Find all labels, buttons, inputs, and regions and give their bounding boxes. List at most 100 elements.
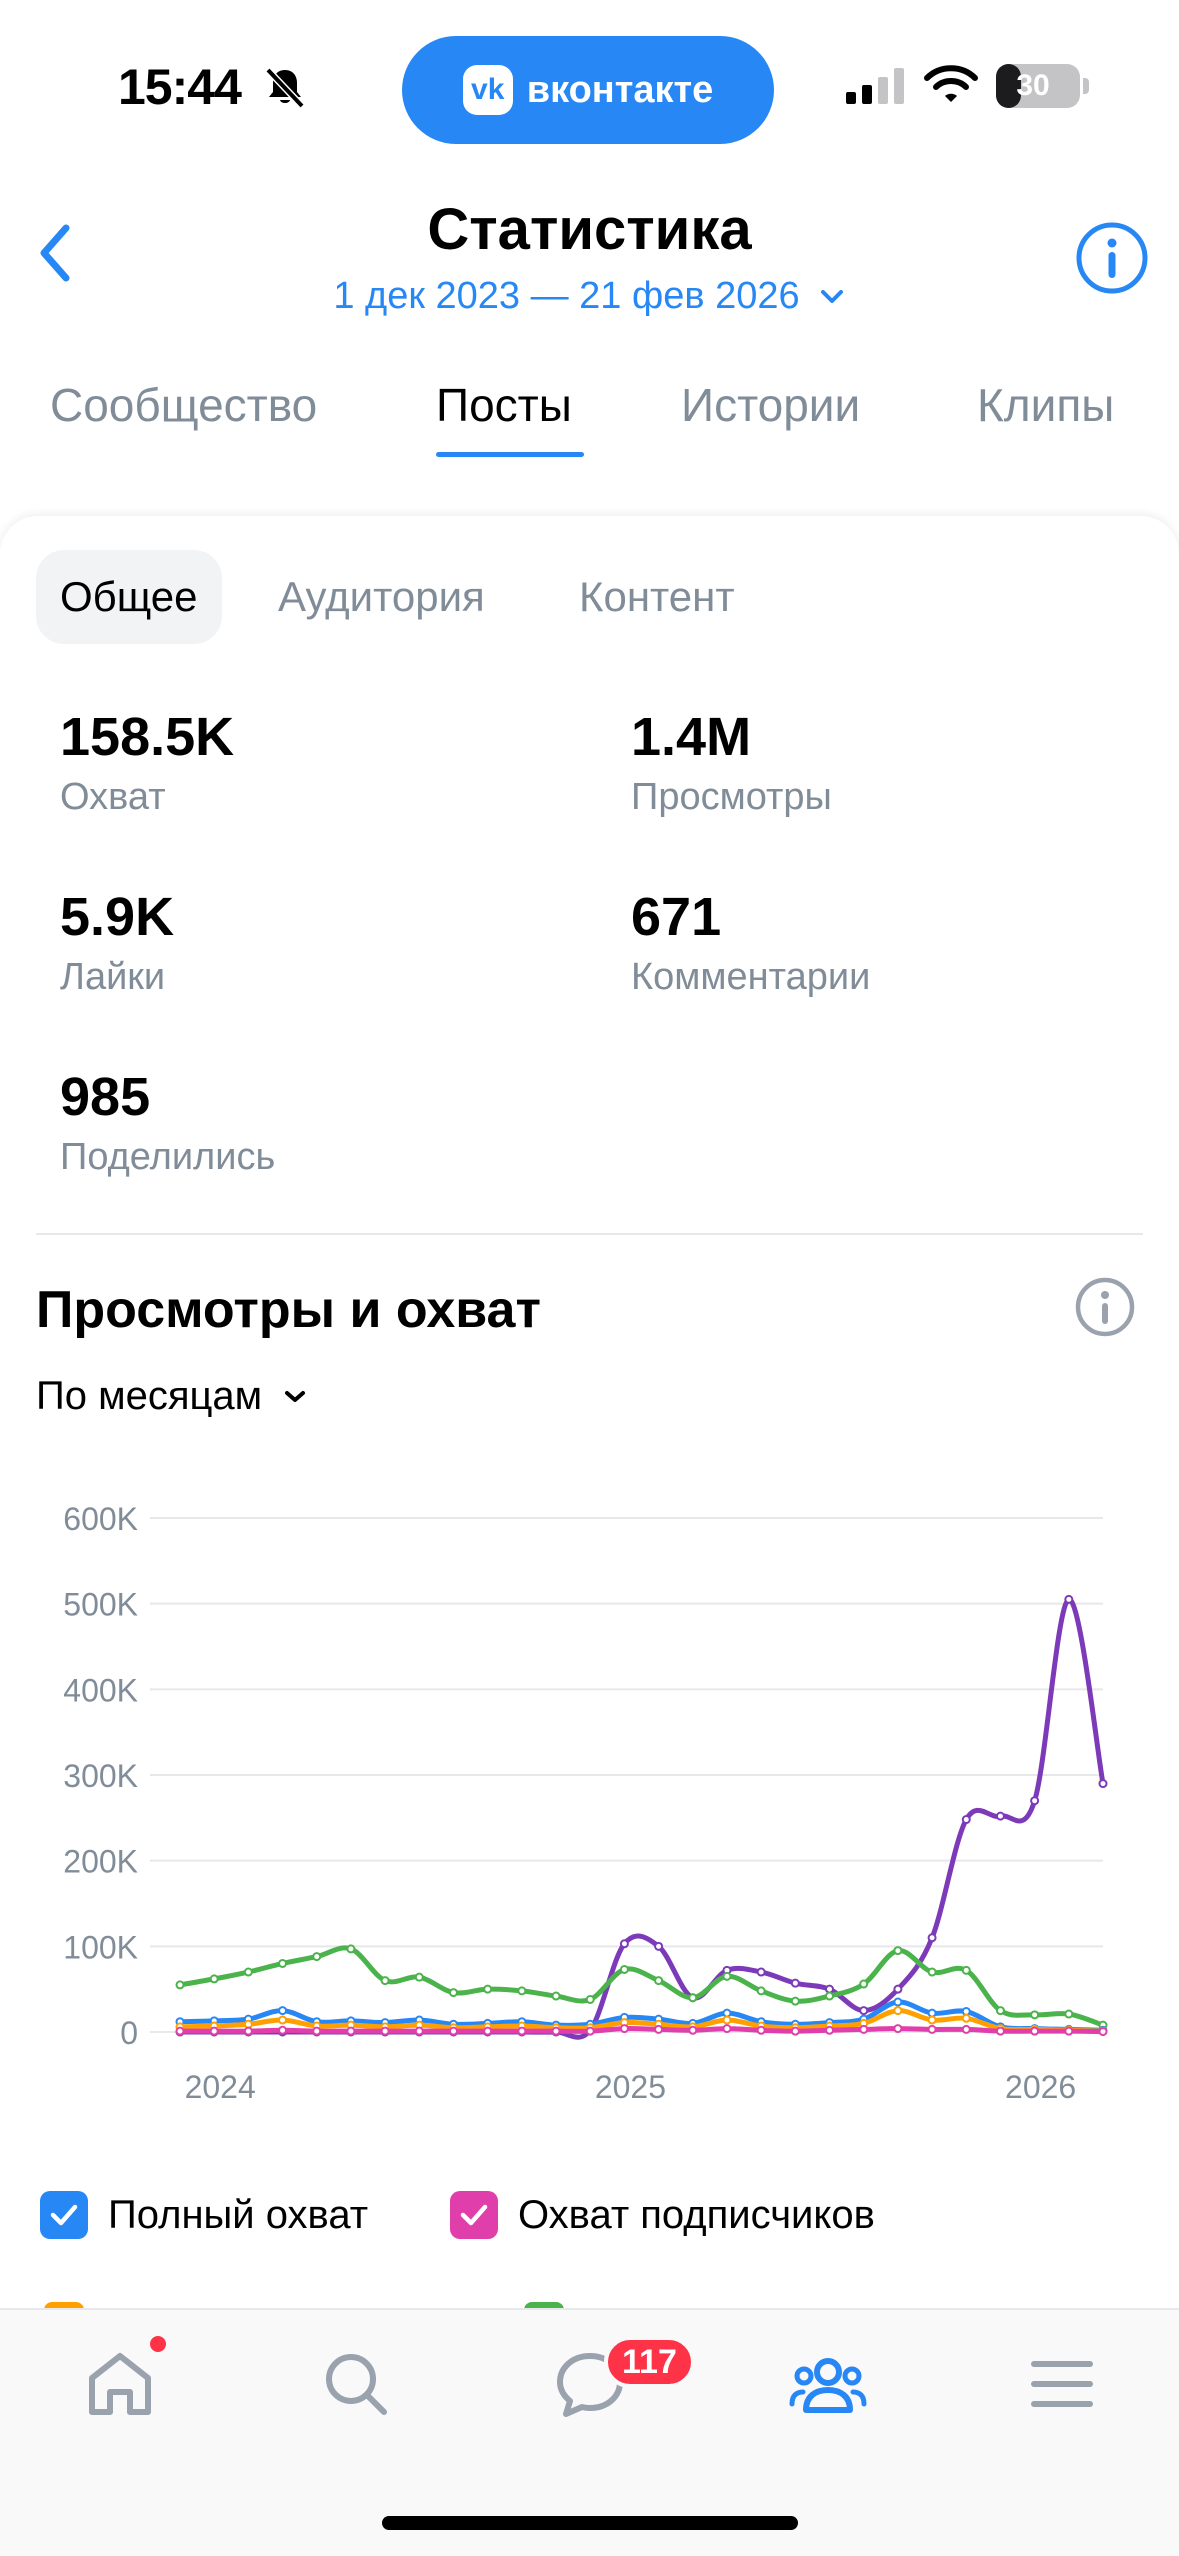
data-point <box>961 2024 971 2034</box>
data-point <box>346 1944 356 1954</box>
data-point <box>825 1991 835 2001</box>
x-tick-label: 2026 <box>1005 2069 1076 2105</box>
data-point <box>756 1967 766 1977</box>
app-return-pill[interactable]: vk вконтакте <box>402 36 774 144</box>
data-point <box>722 2015 732 2025</box>
section-title: Просмотры и охват <box>36 1281 541 1339</box>
metric-likes-label: Лайки <box>60 956 166 998</box>
date-range-label: 1 дек 2023 — 21 фев 2026 <box>333 275 800 317</box>
data-point <box>243 2026 253 2036</box>
data-point <box>893 1946 903 1956</box>
data-point <box>961 1815 971 1825</box>
data-point <box>1064 1594 1074 1604</box>
community-icon[interactable] <box>788 2344 868 2424</box>
data-point <box>995 2006 1005 2016</box>
data-point <box>859 2024 869 2034</box>
info-icon[interactable] <box>1074 1276 1136 1338</box>
tab-community[interactable]: Сообщество <box>50 378 317 432</box>
data-point <box>927 1967 937 1977</box>
date-range-selector[interactable]: 1 дек 2023 — 21 фев 2026 <box>0 275 1179 318</box>
main-tabs: Сообщество Посты Истории Клипы <box>0 378 1179 468</box>
data-point <box>654 2024 664 2034</box>
tab-posts[interactable]: Посты <box>436 378 572 432</box>
data-point <box>585 1994 595 2004</box>
checkbox-checked-icon[interactable] <box>40 2191 88 2239</box>
subtab-content[interactable]: Контент <box>579 550 735 644</box>
data-point <box>790 1978 800 1988</box>
metric-views-label: Просмотры <box>631 776 832 818</box>
data-point <box>312 1952 322 1962</box>
battery-level: 30 <box>1016 69 1050 102</box>
data-point <box>1030 2026 1040 2036</box>
y-tick-label: 0 <box>120 2015 138 2051</box>
data-point <box>756 2025 766 2035</box>
app-return-label: вконтакте <box>526 68 714 111</box>
info-icon[interactable] <box>1074 220 1150 296</box>
data-point <box>961 2013 971 2023</box>
data-point <box>756 1986 766 1996</box>
data-point <box>414 2026 424 2036</box>
metric-reach-value: 158.5K <box>60 707 235 767</box>
data-point <box>448 2026 458 2036</box>
data-point <box>209 1974 219 1984</box>
data-point <box>585 2026 595 2036</box>
data-point <box>551 1991 561 2001</box>
metric-shares-value: 985 <box>60 1067 151 1127</box>
y-tick-label: 200K <box>63 1844 138 1880</box>
data-point <box>859 2006 869 2016</box>
tab-stories[interactable]: Истории <box>681 378 860 432</box>
metric-views-value: 1.4M <box>631 707 752 767</box>
subtab-general[interactable]: Общее <box>36 550 222 644</box>
data-point <box>893 2024 903 2034</box>
x-tick-label: 2025 <box>595 2069 666 2105</box>
period-label: По месяцам <box>36 1374 263 1418</box>
data-point <box>243 1967 253 1977</box>
battery-tip <box>1083 78 1089 94</box>
bell-muted-icon <box>265 67 305 109</box>
home-icon[interactable] <box>80 2344 160 2424</box>
data-point <box>927 2015 937 2025</box>
data-point <box>517 1986 527 1996</box>
data-point <box>175 2026 185 2036</box>
data-point <box>825 2025 835 2035</box>
checkbox-checked-icon[interactable] <box>450 2191 498 2239</box>
y-tick-label: 100K <box>63 1929 138 1965</box>
y-tick-label: 600K <box>63 1501 138 1537</box>
data-point <box>961 1965 971 1975</box>
data-point <box>927 1933 937 1943</box>
legend-label: Охват подписчиков <box>518 2192 875 2237</box>
period-dropdown[interactable]: По месяцам <box>36 1374 308 1419</box>
legend-full-reach[interactable]: Полный охват <box>40 2190 368 2240</box>
data-point <box>995 2026 1005 2036</box>
views-reach-chart: 600K 500K 400K 300K 200K 100K 0 2024 2025 2026 <box>63 1501 1108 2105</box>
battery-indicator: 30 <box>996 64 1080 108</box>
data-point <box>722 1971 732 1981</box>
data-point <box>619 2024 629 2034</box>
chevron-down-icon <box>285 1390 306 1402</box>
legend-subscriber-reach[interactable]: Охват подписчиков <box>450 2190 875 2240</box>
metric-shares-label: Поделились <box>60 1136 276 1178</box>
subtab-audience[interactable]: Аудитория <box>278 550 485 644</box>
data-point <box>688 2025 698 2035</box>
data-point <box>619 1964 629 1974</box>
active-tab-indicator <box>436 452 584 457</box>
data-point <box>893 1984 903 1994</box>
page-title: Статистика <box>427 197 752 262</box>
data-point <box>927 2024 937 2034</box>
data-point <box>1030 2010 1040 2020</box>
search-icon[interactable] <box>316 2344 396 2424</box>
data-point <box>893 1997 903 2007</box>
data-point <box>1030 1796 1040 1806</box>
vk-logo: vk <box>462 65 513 115</box>
section-divider <box>36 1233 1143 1235</box>
menu-icon[interactable] <box>1022 2344 1102 2424</box>
metric-reach-label: Охват <box>60 776 166 818</box>
tab-clips[interactable]: Клипы <box>977 378 1114 432</box>
y-tick-label: 300K <box>63 1758 138 1794</box>
data-point <box>209 2026 219 2036</box>
data-point <box>1098 2027 1108 2037</box>
data-point <box>654 1941 664 1951</box>
data-point <box>688 1993 698 2003</box>
x-tick-label: 2024 <box>185 2069 256 2105</box>
data-point <box>414 1972 424 1982</box>
